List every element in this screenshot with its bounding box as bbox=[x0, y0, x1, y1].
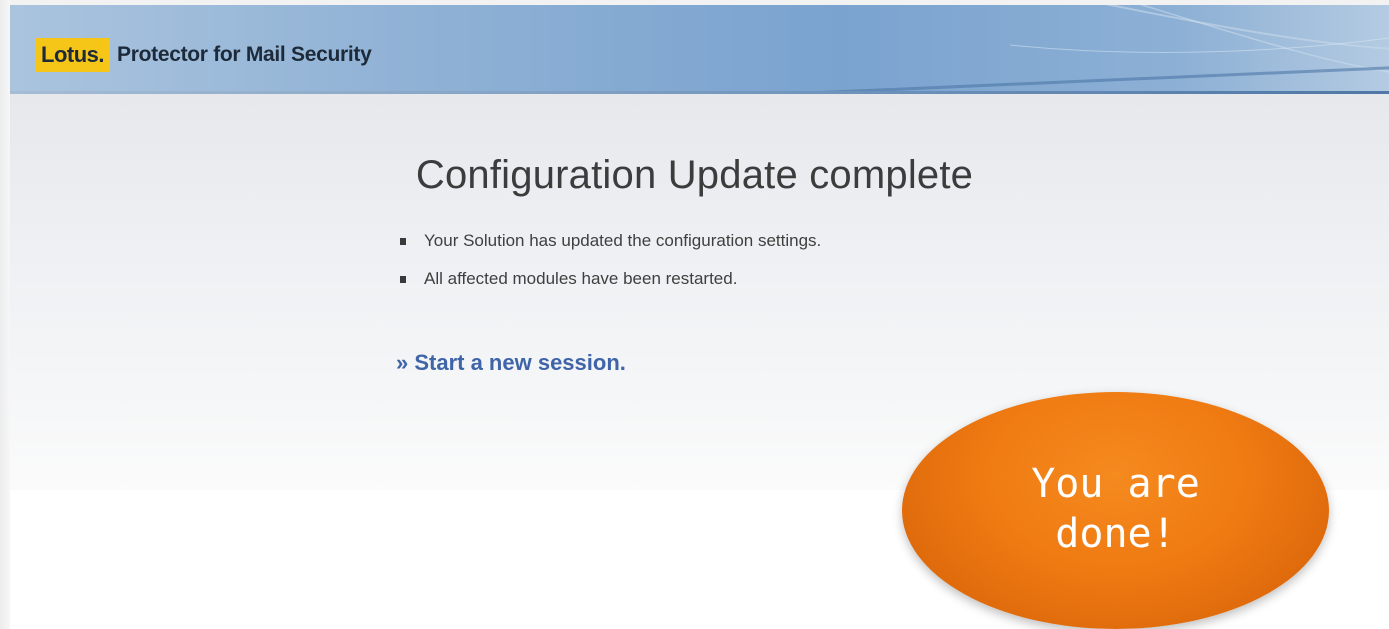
status-list: Your Solution has updated the configurat… bbox=[400, 227, 821, 303]
callout-text: You are done! bbox=[1031, 460, 1200, 557]
brand-logo[interactable]: Lotus. Protector for Mail Security bbox=[35, 38, 372, 72]
app-window: Lotus. Protector for Mail Security Confi… bbox=[0, 0, 1389, 629]
lotus-logo: Lotus. bbox=[35, 38, 111, 72]
done-callout-bubble: You are done! bbox=[902, 392, 1329, 629]
bullet-icon bbox=[400, 276, 406, 283]
product-name: Protector for Mail Security bbox=[117, 43, 372, 66]
bullet-icon bbox=[400, 238, 406, 245]
header-banner: Lotus. Protector for Mail Security bbox=[10, 5, 1389, 93]
left-edge bbox=[0, 0, 10, 629]
page-title: Configuration Update complete bbox=[415, 153, 974, 197]
start-new-session-link[interactable]: » Start a new session. bbox=[396, 350, 626, 376]
list-item-text: Your Solution has updated the configurat… bbox=[424, 231, 822, 250]
list-item-text: All affected modules have been restarted… bbox=[424, 269, 738, 288]
list-item: Your Solution has updated the configurat… bbox=[400, 227, 821, 265]
page-title-row: Configuration Update complete bbox=[0, 153, 1389, 198]
list-item: All affected modules have been restarted… bbox=[400, 265, 821, 303]
